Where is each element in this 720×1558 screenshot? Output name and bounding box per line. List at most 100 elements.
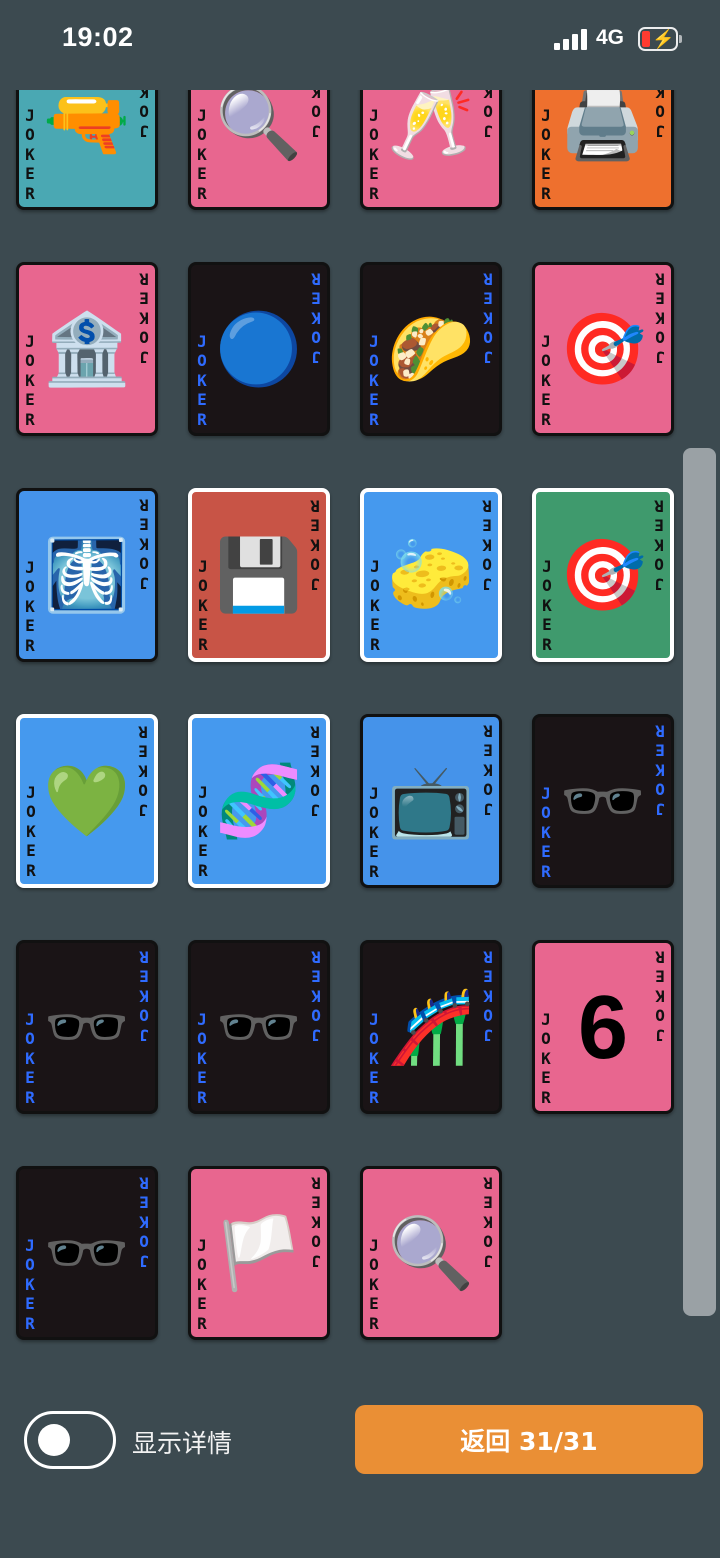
sunglasses-icon: 🕶️ (43, 988, 131, 1066)
card-joker-label: J O K E R (541, 331, 551, 429)
card-joker-label-rotated: J O K E R (311, 269, 321, 367)
bank-icon: 🏦 (43, 310, 131, 388)
card-joker-label: J O K E R (197, 1009, 207, 1107)
card-joker-label-rotated: J O K E R (655, 721, 665, 819)
card-joker-label: J O K E R (370, 556, 380, 654)
show-details-label: 显示详情 (132, 1429, 233, 1458)
scrollbar[interactable] (683, 448, 716, 1316)
card-joker-label: J O K E R (542, 556, 552, 654)
blue-face-icon: 🔵 (215, 310, 303, 388)
sunglasses-icon: 🕶️ (559, 762, 647, 840)
joker-card[interactable]: 🖨️ J O K E R J O K E R (532, 90, 674, 210)
dart-target-icon: 🎯 (559, 536, 647, 614)
card-grid-viewport[interactable]: 🔫J O K E RJ O K E R🔍J O K E RJ O K E R🥂J… (0, 90, 720, 1360)
card-joker-label-rotated: J O K E R (655, 90, 665, 141)
card-joker-label: J O K E R (369, 105, 379, 203)
joker-card[interactable]: 🔍 J O K E R J O K E R (360, 1166, 502, 1340)
card-joker-label: J O K E R (25, 557, 35, 655)
card-joker-label-rotated: J O K E R (483, 90, 493, 141)
joker-card[interactable]: 🥂 J O K E R J O K E R (360, 90, 502, 210)
card-joker-label: J O K E R (25, 1235, 35, 1333)
sunglasses-icon: 🕶️ (215, 988, 303, 1066)
card-joker-label-rotated: J O K E R (139, 90, 149, 141)
network-type: 4G (596, 26, 625, 49)
card-joker-label: J O K E R (541, 105, 551, 203)
card-joker-label: J O K E R (197, 1235, 207, 1333)
battery-icon: ⚡ (638, 27, 682, 51)
white-flag-icon: 🏳️ (215, 1214, 303, 1292)
card-joker-label: J O K E R (198, 556, 208, 654)
card-joker-label-rotated: J O K E R (310, 496, 320, 594)
joker-card[interactable]: 6 J O K E R J O K E R (532, 940, 674, 1114)
television-icon: 📺 (387, 762, 475, 840)
joker-card[interactable]: 🕶️ J O K E R J O K E R (16, 1166, 158, 1340)
card-joker-label-rotated: J O K E R (483, 947, 493, 1045)
card-joker-label: J O K E R (26, 782, 36, 880)
card-joker-label-rotated: J O K E R (655, 947, 665, 1045)
card-joker-label-rotated: J O K E R (311, 1173, 321, 1271)
joker-card[interactable]: 🔫 J O K E R J O K E R (16, 90, 158, 210)
dart-target-icon: 🎯 (559, 310, 647, 388)
card-joker-label: J O K E R (369, 783, 379, 881)
joker-card[interactable]: 🎯 J O K E R J O K E R (532, 488, 674, 662)
card-joker-label-rotated: J O K E R (139, 1173, 149, 1271)
roller-coaster-icon: 🎢 (387, 988, 475, 1066)
card-joker-label-rotated: J O K E R (482, 496, 492, 594)
sponge-icon: 🧽 (387, 536, 475, 614)
champagne-glasses-icon: 🥂 (387, 90, 475, 162)
status-bar: 19:02 4G ⚡ (0, 0, 720, 80)
card-joker-label: J O K E R (541, 1009, 551, 1107)
card-joker-label: J O K E R (369, 1009, 379, 1107)
joker-card[interactable]: 🕶️ J O K E R J O K E R (188, 940, 330, 1114)
joker-card[interactable]: 🎢 J O K E R J O K E R (360, 940, 502, 1114)
dna-icon: 🧬 (215, 762, 303, 840)
toggle-knob (38, 1424, 70, 1456)
card-joker-label-rotated: J O K E R (311, 90, 321, 141)
card-joker-label: J O K E R (198, 782, 208, 880)
card-joker-label: J O K E R (541, 783, 551, 881)
joker-card[interactable]: 🎯 J O K E R J O K E R (532, 262, 674, 436)
card-joker-label-rotated: J O K E R (139, 269, 149, 367)
water-pistol-icon: 🔫 (43, 90, 131, 162)
joker-card[interactable]: 🌮 J O K E R J O K E R (360, 262, 502, 436)
signal-icon (554, 28, 588, 50)
card-joker-label-rotated: J O K E R (483, 269, 493, 367)
status-time: 19:02 (62, 22, 134, 52)
joker-card[interactable]: 🕶️ J O K E R J O K E R (532, 714, 674, 888)
show-details-toggle[interactable] (24, 1411, 116, 1469)
number-six: 6 (577, 978, 629, 1078)
card-joker-label-rotated: J O K E R (655, 269, 665, 367)
joker-card[interactable]: 💾 J O K E R J O K E R (188, 488, 330, 662)
joker-card[interactable]: 🏳️ J O K E R J O K E R (188, 1166, 330, 1340)
joker-card[interactable]: 📺 J O K E R J O K E R (360, 714, 502, 888)
card-joker-label: J O K E R (197, 105, 207, 203)
card-joker-label-rotated: J O K E R (311, 947, 321, 1045)
card-joker-label: J O K E R (25, 1009, 35, 1107)
joker-card[interactable]: 🩻 J O K E R J O K E R (16, 488, 158, 662)
card-joker-label: J O K E R (369, 1235, 379, 1333)
joker-card[interactable]: 🧽 J O K E R J O K E R (360, 488, 502, 662)
joker-card[interactable]: 🔵 J O K E R J O K E R (188, 262, 330, 436)
card-joker-label-rotated: J O K E R (139, 947, 149, 1045)
joker-card[interactable]: 🏦 J O K E R J O K E R (16, 262, 158, 436)
joker-card[interactable]: 🔍 J O K E R J O K E R (188, 90, 330, 210)
card-joker-label: J O K E R (197, 331, 207, 429)
card-joker-label-rotated: J O K E R (654, 496, 664, 594)
printer-icon: 🖨️ (559, 90, 647, 162)
card-joker-label-rotated: J O K E R (139, 495, 149, 593)
joker-card[interactable]: 🕶️ J O K E R J O K E R (16, 940, 158, 1114)
card-joker-label: J O K E R (25, 331, 35, 429)
card-joker-label-rotated: J O K E R (138, 722, 148, 820)
sunglasses-icon: 🕶️ (43, 1214, 131, 1292)
x-ray-icon: 🩻 (43, 536, 131, 614)
magnifying-glass-icon: 🔍 (387, 1214, 475, 1292)
back-button[interactable]: 返回 31/31 (355, 1405, 703, 1474)
joker-card[interactable]: 💚 J O K E R J O K E R (16, 714, 158, 888)
joker-card[interactable]: 🧬 J O K E R J O K E R (188, 714, 330, 888)
magnifying-glass-icon: 🔍 (215, 90, 303, 162)
card-joker-label-rotated: J O K E R (483, 1173, 493, 1271)
card-joker-label-rotated: J O K E R (310, 722, 320, 820)
floppy-disk-icon: 💾 (215, 536, 303, 614)
card-joker-label-rotated: J O K E R (483, 721, 493, 819)
green-heart-icon: 💚 (43, 762, 131, 840)
